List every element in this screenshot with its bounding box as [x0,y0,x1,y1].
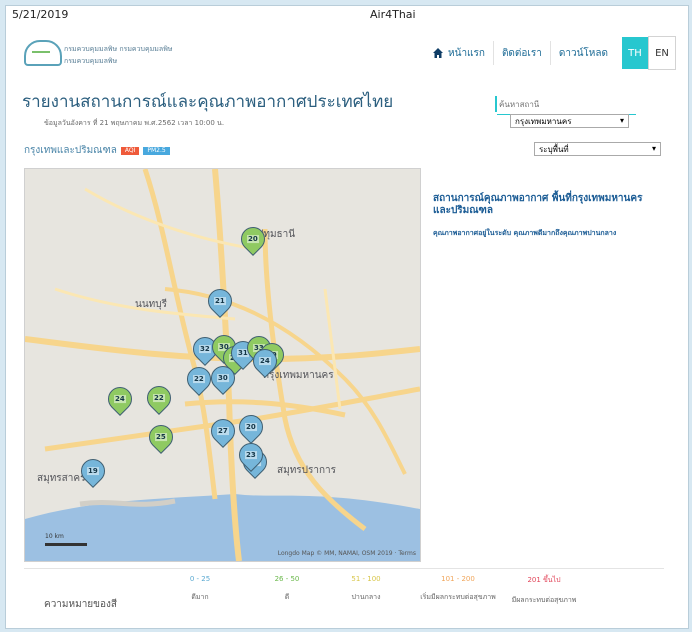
station-pin-value: 25 [155,433,167,441]
page-title: รายงานสถานการณ์และคุณภาพอากาศประเทศไทย [22,92,394,112]
home-icon [433,48,444,58]
legend-desc: มีผลกระทบต่อสุขภาพ [511,596,577,604]
legend-desc: เริ่มมีผลกระทบต่อสุขภาพ [420,593,496,601]
station-pin-value: 20 [247,235,259,243]
nav-contact[interactable]: ติดต่อเรา [492,41,550,65]
nav-download[interactable]: ดาวน์โหลด [549,41,616,65]
station-pin-value: 32 [199,345,211,353]
nav-home[interactable]: หน้าแรก [424,41,493,65]
legend-desc: ดี [284,593,290,601]
chevron-down-icon: ▾ [651,144,656,153]
org-name-line1: กรมควบคุมมลพิษ กรมควบคุมมลพิษ [64,45,173,53]
legend-column: 101 - 200 เริ่มมีผลกระทบต่อสุขภาพ [418,575,498,602]
station-pin-value: 24 [259,357,271,365]
nav-home-label: หน้าแรก [448,47,485,59]
info-title: สถานการณ์คุณภาพอากาศ พื้นที่กรุงเทพมหานค… [433,193,643,216]
org-name-line2: กรมควบคุมมลพิษ [64,57,118,65]
section-title: กรุงเทพและปริมณฑล AQI PM2.5 [24,143,170,158]
legend-range: 26 - 50 [274,575,300,583]
color-legend: ความหมายของสี 0 - 25 ดีมาก 26 - 50 ดี 51 - 1… [24,568,664,621]
station-pin-value: 24 [114,395,126,403]
map-label-samutprakan: สมุทรปราการ [277,465,337,476]
area-select-value: ระบุพื้นที่ [539,145,569,154]
legend-label: ความหมายของสี [44,599,117,610]
province-select-value: กรุงเทพมหานคร [515,117,572,126]
lang-th-button[interactable]: TH [622,37,648,69]
aqi-badge[interactable]: AQI [120,146,140,155]
station-pin-value: 21 [214,297,226,305]
legend-column: 201 ขึ้นไปมีผลกระทบต่อสุขภาพ [504,575,584,605]
app-name: Air4Thai [370,8,416,21]
legend-column: 26 - 50 ดี [247,575,327,602]
map-attribution[interactable]: Longdo Map © MM, NAMAI, OSM 2019 · Terms [278,550,416,557]
map-scale: 10 km [45,533,87,546]
station-pin-value: 22 [193,375,205,383]
map-label-nonthaburi: นนทบุรี [135,299,167,310]
legend-column: 51 - 100 ปานกลาง [326,575,406,602]
agency-logo[interactable] [24,40,62,66]
update-time: ข้อมูลวันอังคาร ที่ 21 พฤษภาคม พ.ศ.2562 … [44,119,225,127]
legend-range: 201 ขึ้นไป [527,576,561,584]
station-pin-value: 19 [87,467,99,475]
legend-range: 101 - 200 [441,575,475,583]
province-select[interactable]: กรุงเทพมหานคร ▾ [510,114,629,128]
legend-range: 0 - 25 [189,575,211,583]
area-select[interactable]: ระบุพื้นที่ ▾ [534,142,661,156]
station-pin-value: 20 [245,423,257,431]
date-text: 5/21/2019 [12,8,69,21]
station-pin-value: 27 [217,427,229,435]
lang-en-button[interactable]: EN [648,36,676,70]
search-input[interactable] [497,94,636,115]
station-pin-value: 23 [245,451,257,459]
station-pin-value: 30 [217,374,229,382]
top-nav: หน้าแรก ติดต่อเรา ดาวน์โหลด TH EN [424,36,676,70]
info-text: คุณภาพอากาศอยู่ในระดับ คุณภาพดีมากถึงคุณ… [433,229,617,237]
map-view[interactable]: ปทุมธานี นนทบุรี กรุงเทพมหานคร สมุทรปราก… [24,168,421,562]
legend-desc: ปานกลาง [351,593,381,601]
legend-desc: ดีมาก [191,593,209,601]
pm25-badge[interactable]: PM2.5 [143,146,170,155]
station-pin-value: 22 [153,394,165,402]
chevron-down-icon: ▾ [619,116,624,125]
section-title-text: กรุงเทพและปริมณฑล [24,145,117,156]
map-label-samutsakhon: สมุทรสาคร [37,473,86,484]
legend-range: 51 - 100 [351,575,381,583]
legend-column: 0 - 25 ดีมาก [160,575,240,602]
